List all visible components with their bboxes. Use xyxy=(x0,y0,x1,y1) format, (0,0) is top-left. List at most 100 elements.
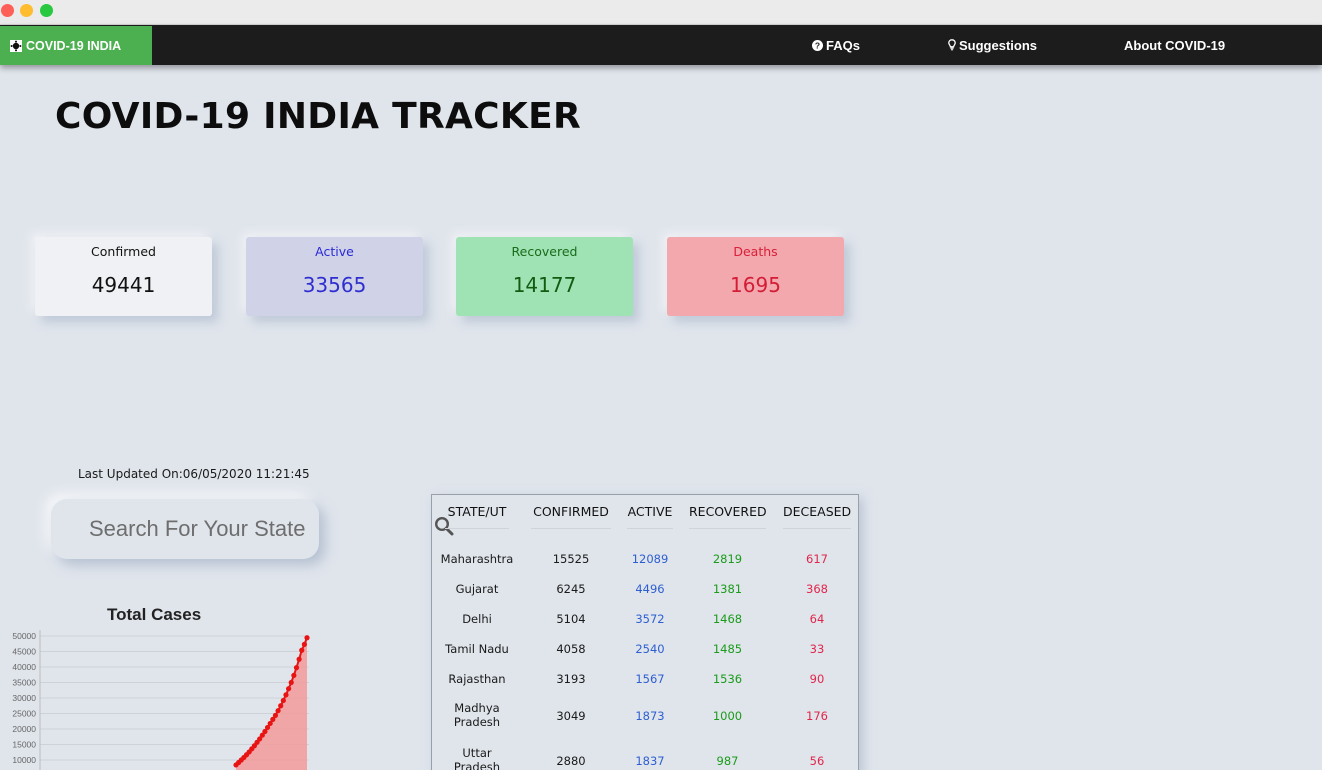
row-confirmed: 6245 xyxy=(556,582,586,596)
nav-faqs-link[interactable]: ? FAQs xyxy=(812,25,860,65)
maximize-window-button[interactable] xyxy=(40,4,53,17)
y-tick-label: 20000 xyxy=(12,724,36,734)
data-point[interactable] xyxy=(291,672,297,678)
active-label: Active xyxy=(315,244,354,259)
window-titlebar xyxy=(0,0,1322,25)
row-deceased: 176 xyxy=(806,709,828,723)
data-point[interactable] xyxy=(293,665,300,671)
row-state: Madhya Pradesh xyxy=(453,701,501,729)
y-tick-label: 50000 xyxy=(12,631,36,641)
row-active: 1567 xyxy=(635,672,665,686)
data-point[interactable] xyxy=(304,635,310,641)
data-point[interactable] xyxy=(288,679,294,686)
row-confirmed: 2880 xyxy=(556,754,586,768)
search-box xyxy=(51,499,319,559)
row-active: 1837 xyxy=(635,754,665,768)
data-point[interactable] xyxy=(301,641,307,647)
row-confirmed: 5104 xyxy=(556,612,586,626)
virus-icon xyxy=(10,39,22,52)
row-state: Delhi xyxy=(462,612,492,626)
search-icon[interactable] xyxy=(434,516,454,536)
row-recovered: 1000 xyxy=(712,709,743,723)
nav-suggestions-link[interactable]: Suggestions xyxy=(948,25,1037,65)
minimize-window-button[interactable] xyxy=(20,4,33,17)
recovered-card: Recovered 14177 xyxy=(456,237,633,316)
chart-title: Total Cases xyxy=(107,605,202,624)
close-window-button[interactable] xyxy=(1,4,14,17)
y-tick-label: 40000 xyxy=(12,662,36,672)
header-state[interactable]: STATE/UT xyxy=(445,504,509,529)
page-title: COVID-19 INDIA TRACKER xyxy=(55,96,581,137)
data-point[interactable] xyxy=(285,686,292,692)
total-cases-chart: 10000 15000 20000 25000 30000 35000 40000 45000… xyxy=(12,630,310,770)
recovered-value: 14177 xyxy=(512,273,577,297)
active-value: 33565 xyxy=(302,273,367,297)
last-updated-text: Last Updated On:06/05/2020 11:21:45 xyxy=(78,467,310,481)
nav-about-label: About COVID-19 xyxy=(1124,37,1226,53)
row-recovered: 1485 xyxy=(712,642,743,656)
y-tick-label: 30000 xyxy=(12,693,36,703)
row-active: 1873 xyxy=(635,709,665,723)
row-active: 2540 xyxy=(635,642,665,656)
row-confirmed: 4058 xyxy=(556,642,586,656)
brand-label: COVID-19 INDIA xyxy=(26,38,122,53)
recovered-label: Recovered xyxy=(511,244,578,259)
row-confirmed: 3049 xyxy=(556,709,586,723)
row-deceased: 33 xyxy=(809,642,825,656)
lightbulb-icon xyxy=(948,39,956,51)
state-search-input[interactable] xyxy=(51,499,319,559)
header-deceased[interactable]: DECEASED xyxy=(783,504,851,529)
deaths-label: Deaths xyxy=(733,244,778,259)
row-recovered: 1468 xyxy=(712,612,743,626)
deaths-value: 1695 xyxy=(730,273,781,297)
y-tick-label: 35000 xyxy=(12,678,36,688)
row-deceased: 56 xyxy=(809,754,825,768)
y-tick-label: 25000 xyxy=(12,709,36,719)
row-active: 3572 xyxy=(635,612,665,626)
cases-area xyxy=(236,637,307,770)
nav-about-link[interactable]: About COVID-19 xyxy=(1124,25,1225,65)
confirmed-label: Confirmed xyxy=(91,244,156,259)
svg-text:?: ? xyxy=(815,40,820,50)
row-state: Uttar Pradesh xyxy=(453,746,501,770)
data-point[interactable] xyxy=(278,703,284,709)
confirmed-card: Confirmed 49441 xyxy=(35,237,212,316)
row-recovered: 1381 xyxy=(712,582,743,596)
row-confirmed: 3193 xyxy=(556,672,586,686)
row-state: Maharashtra xyxy=(440,552,514,566)
y-tick-label: 15000 xyxy=(12,740,36,750)
question-circle-icon: ? xyxy=(812,39,823,51)
data-point[interactable] xyxy=(275,708,281,714)
header-active[interactable]: ACTIVE xyxy=(627,504,673,529)
row-deceased: 368 xyxy=(806,582,828,596)
row-deceased: 617 xyxy=(806,552,828,566)
y-tick-label: 45000 xyxy=(12,647,36,657)
row-recovered: 2819 xyxy=(712,552,743,566)
header-recovered[interactable]: RECOVERED xyxy=(689,504,767,529)
data-point[interactable] xyxy=(272,712,279,718)
y-tick-label: 10000 xyxy=(12,755,36,765)
active-card: Active 33565 xyxy=(246,237,423,316)
row-deceased: 90 xyxy=(809,672,825,686)
row-state: Gujarat xyxy=(455,582,499,596)
data-point[interactable] xyxy=(280,697,286,704)
data-point[interactable] xyxy=(296,656,302,662)
row-state: Tamil Nadu xyxy=(445,642,509,656)
nav-faqs-label: FAQs xyxy=(826,37,860,53)
row-recovered: 987 xyxy=(716,754,739,768)
confirmed-value: 49441 xyxy=(91,273,156,297)
row-active: 4496 xyxy=(635,582,665,596)
navbar: COVID-19 INDIA ? FAQs Suggestions About … xyxy=(0,25,1322,65)
row-confirmed: 15525 xyxy=(552,552,590,566)
row-recovered: 1536 xyxy=(712,672,743,686)
nav-suggestions-label: Suggestions xyxy=(959,37,1038,53)
state-table: STATE/UT CONFIRMED ACTIVE RECOVERED DECE… xyxy=(431,494,859,770)
header-confirmed[interactable]: CONFIRMED xyxy=(531,504,611,529)
row-deceased: 64 xyxy=(809,612,825,626)
row-active: 12089 xyxy=(631,552,669,566)
brand-link[interactable]: COVID-19 INDIA xyxy=(0,26,152,65)
data-point[interactable] xyxy=(283,692,289,698)
data-point[interactable] xyxy=(299,647,305,653)
deaths-card: Deaths 1695 xyxy=(667,237,844,316)
row-state: Rajasthan xyxy=(448,672,506,686)
